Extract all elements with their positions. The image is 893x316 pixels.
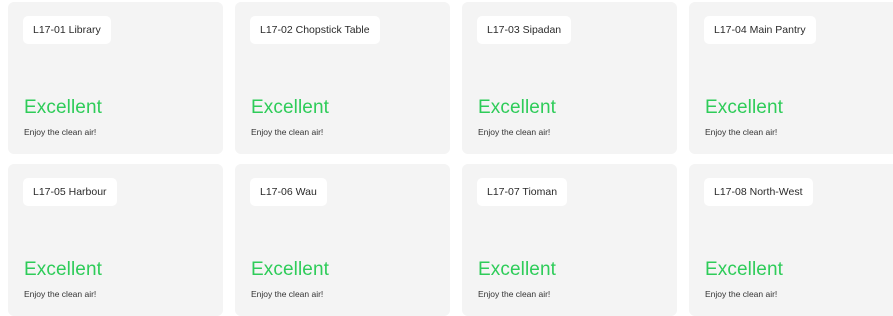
room-card-main-pantry[interactable]: L17-04 Main Pantry Excellent Enjoy the c…	[689, 2, 893, 154]
air-quality-message: Enjoy the clean air!	[251, 127, 324, 137]
room-name-label: L17-02 Chopstick Table	[250, 16, 380, 44]
air-quality-status: Excellent	[24, 259, 102, 280]
air-quality-status: Excellent	[251, 97, 329, 118]
room-card-sipadan[interactable]: L17-03 Sipadan Excellent Enjoy the clean…	[462, 2, 677, 154]
air-quality-status: Excellent	[24, 97, 102, 118]
room-name-label: L17-06 Wau	[250, 178, 327, 206]
air-quality-status: Excellent	[478, 97, 556, 118]
air-quality-message: Enjoy the clean air!	[24, 289, 97, 299]
room-card-chopstick-table[interactable]: L17-02 Chopstick Table Excellent Enjoy t…	[235, 2, 450, 154]
room-name-label: L17-04 Main Pantry	[704, 16, 816, 44]
air-quality-message: Enjoy the clean air!	[24, 127, 97, 137]
air-quality-message: Enjoy the clean air!	[705, 289, 778, 299]
room-name-label: L17-07 Tioman	[477, 178, 568, 206]
room-card-north-west[interactable]: L17-08 North-West Excellent Enjoy the cl…	[689, 164, 893, 316]
room-name-label: L17-08 North-West	[704, 178, 813, 206]
air-quality-message: Enjoy the clean air!	[478, 127, 551, 137]
room-card-tioman[interactable]: L17-07 Tioman Excellent Enjoy the clean …	[462, 164, 677, 316]
air-quality-status: Excellent	[705, 97, 783, 118]
air-quality-status: Excellent	[251, 259, 329, 280]
room-name-label: L17-05 Harbour	[23, 178, 117, 206]
room-card-harbour[interactable]: L17-05 Harbour Excellent Enjoy the clean…	[8, 164, 223, 316]
room-name-label: L17-03 Sipadan	[477, 16, 572, 44]
air-quality-status: Excellent	[478, 259, 556, 280]
room-card-library[interactable]: L17-01 Library Excellent Enjoy the clean…	[8, 2, 223, 154]
air-quality-status: Excellent	[705, 259, 783, 280]
air-quality-message: Enjoy the clean air!	[705, 127, 778, 137]
room-card-wau[interactable]: L17-06 Wau Excellent Enjoy the clean air…	[235, 164, 450, 316]
room-air-quality-grid: L17-01 Library Excellent Enjoy the clean…	[8, 2, 893, 316]
room-name-label: L17-01 Library	[23, 16, 111, 44]
air-quality-message: Enjoy the clean air!	[251, 289, 324, 299]
air-quality-message: Enjoy the clean air!	[478, 289, 551, 299]
